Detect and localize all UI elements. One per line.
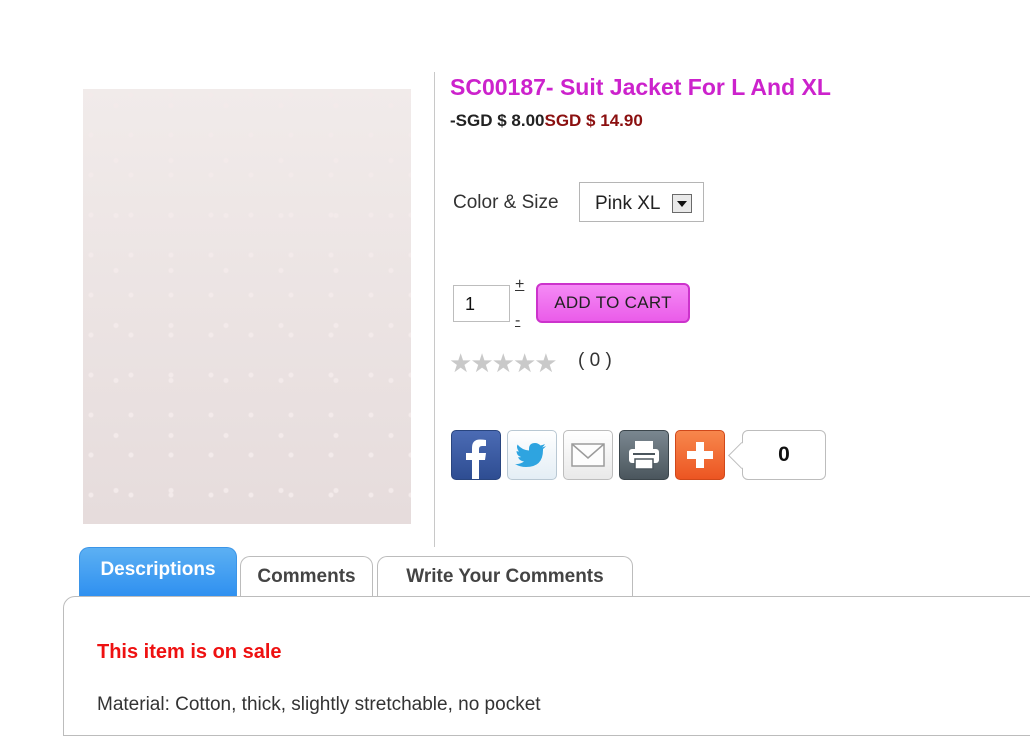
color-size-select[interactable]: Pink XL <box>579 182 704 222</box>
share-count: 0 <box>742 430 826 480</box>
tab-descriptions[interactable]: Descriptions <box>79 547 237 598</box>
quantity-decrease-button[interactable]: - <box>515 312 520 330</box>
quantity-value: 1 <box>465 294 476 314</box>
tab-comments[interactable]: Comments <box>240 556 373 598</box>
star-icon[interactable]: ★ <box>513 350 536 376</box>
price-row: -SGD $ 8.00SGD $ 14.90 <box>450 111 643 131</box>
facebook-icon <box>466 439 486 479</box>
dropdown-arrow-icon[interactable] <box>672 194 692 213</box>
price-old: -SGD $ 8.00 <box>450 111 545 130</box>
twitter-icon <box>515 443 546 467</box>
plus-icon <box>687 442 713 468</box>
star-icon[interactable]: ★ <box>449 350 472 376</box>
quantity-input[interactable]: 1 <box>453 285 510 322</box>
email-icon <box>571 443 605 467</box>
twitter-share-button[interactable] <box>507 430 557 480</box>
add-to-cart-button[interactable]: ADD TO CART <box>536 283 690 323</box>
product-title: SC00187- Suit Jacket For L And XL <box>450 74 831 100</box>
quantity-increase-button[interactable]: + <box>515 276 524 294</box>
more-share-button[interactable] <box>675 430 725 480</box>
sale-notice: This item is on sale <box>97 641 282 663</box>
facebook-share-button[interactable] <box>451 430 501 480</box>
print-share-button[interactable] <box>619 430 669 480</box>
color-size-label: Color & Size <box>453 192 559 213</box>
color-size-selected-value: Pink XL <box>595 193 661 214</box>
email-share-button[interactable] <box>563 430 613 480</box>
rating-stars[interactable]: ★ ★ ★ ★ ★ <box>449 350 558 376</box>
material-text: Material: Cotton, thick, slightly stretc… <box>97 694 541 715</box>
star-icon[interactable]: ★ <box>534 350 557 376</box>
photo-background <box>83 89 411 524</box>
price-new: SGD $ 14.90 <box>544 111 643 130</box>
star-icon[interactable]: ★ <box>470 350 493 376</box>
product-photo[interactable] <box>83 89 411 524</box>
rating-count: ( 0 ) <box>578 350 612 371</box>
tab-write-your-comments[interactable]: Write Your Comments <box>377 556 633 598</box>
print-icon <box>629 441 659 470</box>
vertical-divider <box>434 72 435 547</box>
star-icon[interactable]: ★ <box>492 350 515 376</box>
